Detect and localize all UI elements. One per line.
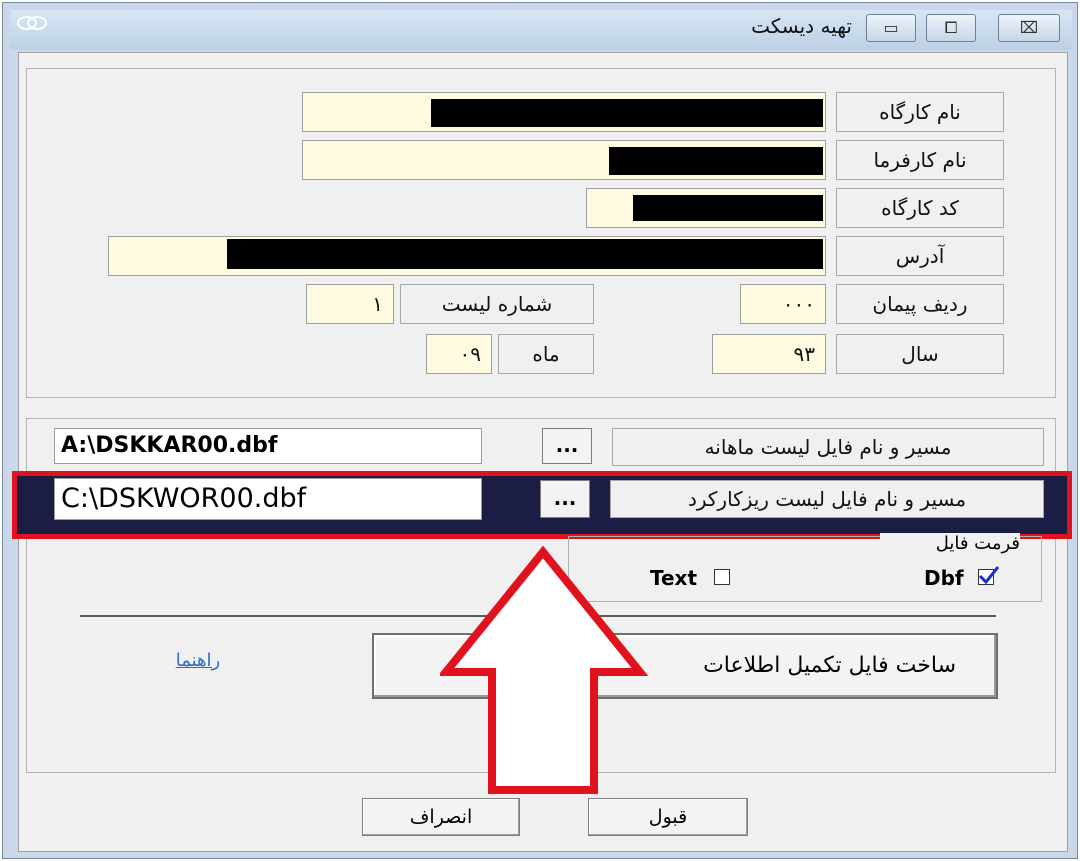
redacted-value [609, 147, 823, 175]
cancel-button[interactable]: انصراف [362, 798, 520, 836]
month-field[interactable]: ۰۹ [426, 334, 492, 374]
help-link[interactable]: راهنما [156, 650, 240, 678]
minimize-button[interactable]: ▭ [866, 14, 916, 42]
contract-row-field[interactable]: ۰۰۰ [740, 284, 826, 324]
contract-row-label: ردیف پیمان [836, 284, 1004, 324]
list-number-field[interactable]: ۱ [306, 284, 394, 324]
window-title: تهیه دیسکت [751, 14, 852, 38]
month-label: ماه [498, 334, 594, 374]
maximize-icon: ⧠ [944, 18, 958, 37]
monthly-list-path-label: مسیر و نام فایل لیست ماهانه [612, 428, 1044, 466]
redacted-value [431, 99, 823, 127]
employer-name-field[interactable] [302, 140, 826, 180]
ok-button[interactable]: قبول [588, 798, 748, 836]
year-field[interactable]: ۹۳ [712, 334, 826, 374]
format-text-checkbox[interactable] [714, 569, 730, 585]
annotation-highlight-box [12, 471, 1072, 539]
address-label: آدرس [836, 236, 1004, 276]
maximize-button[interactable]: ⧠ [926, 14, 976, 42]
employer-name-label: نام کارفرما [836, 140, 1004, 180]
app-logo-icon [14, 12, 50, 34]
file-format-title: فرمت فایل [880, 533, 1020, 557]
annotation-arrow-icon [440, 545, 649, 794]
check-mark-icon [978, 566, 1000, 585]
workshop-name-field[interactable] [302, 92, 826, 132]
workshop-code-label: کد کارگاه [836, 188, 1004, 228]
redacted-value [633, 195, 823, 221]
format-dbf-checkbox[interactable] [978, 566, 1000, 585]
minimize-icon: ▭ [883, 18, 899, 37]
address-field[interactable] [108, 236, 826, 276]
browse-monthly-button[interactable]: ... [542, 428, 592, 464]
workshop-name-label: نام کارگاه [836, 92, 1004, 132]
close-button[interactable]: ⌧ [998, 14, 1060, 42]
format-dbf-label: Dbf [924, 566, 964, 590]
monthly-list-path-field[interactable]: A:\DSKKAR00.dbf [54, 428, 482, 464]
list-number-label: شماره لیست [400, 284, 594, 324]
redacted-value [227, 239, 823, 269]
workshop-code-field[interactable] [586, 188, 826, 228]
year-label: سال [836, 334, 1004, 374]
close-icon: ⌧ [1019, 18, 1039, 37]
